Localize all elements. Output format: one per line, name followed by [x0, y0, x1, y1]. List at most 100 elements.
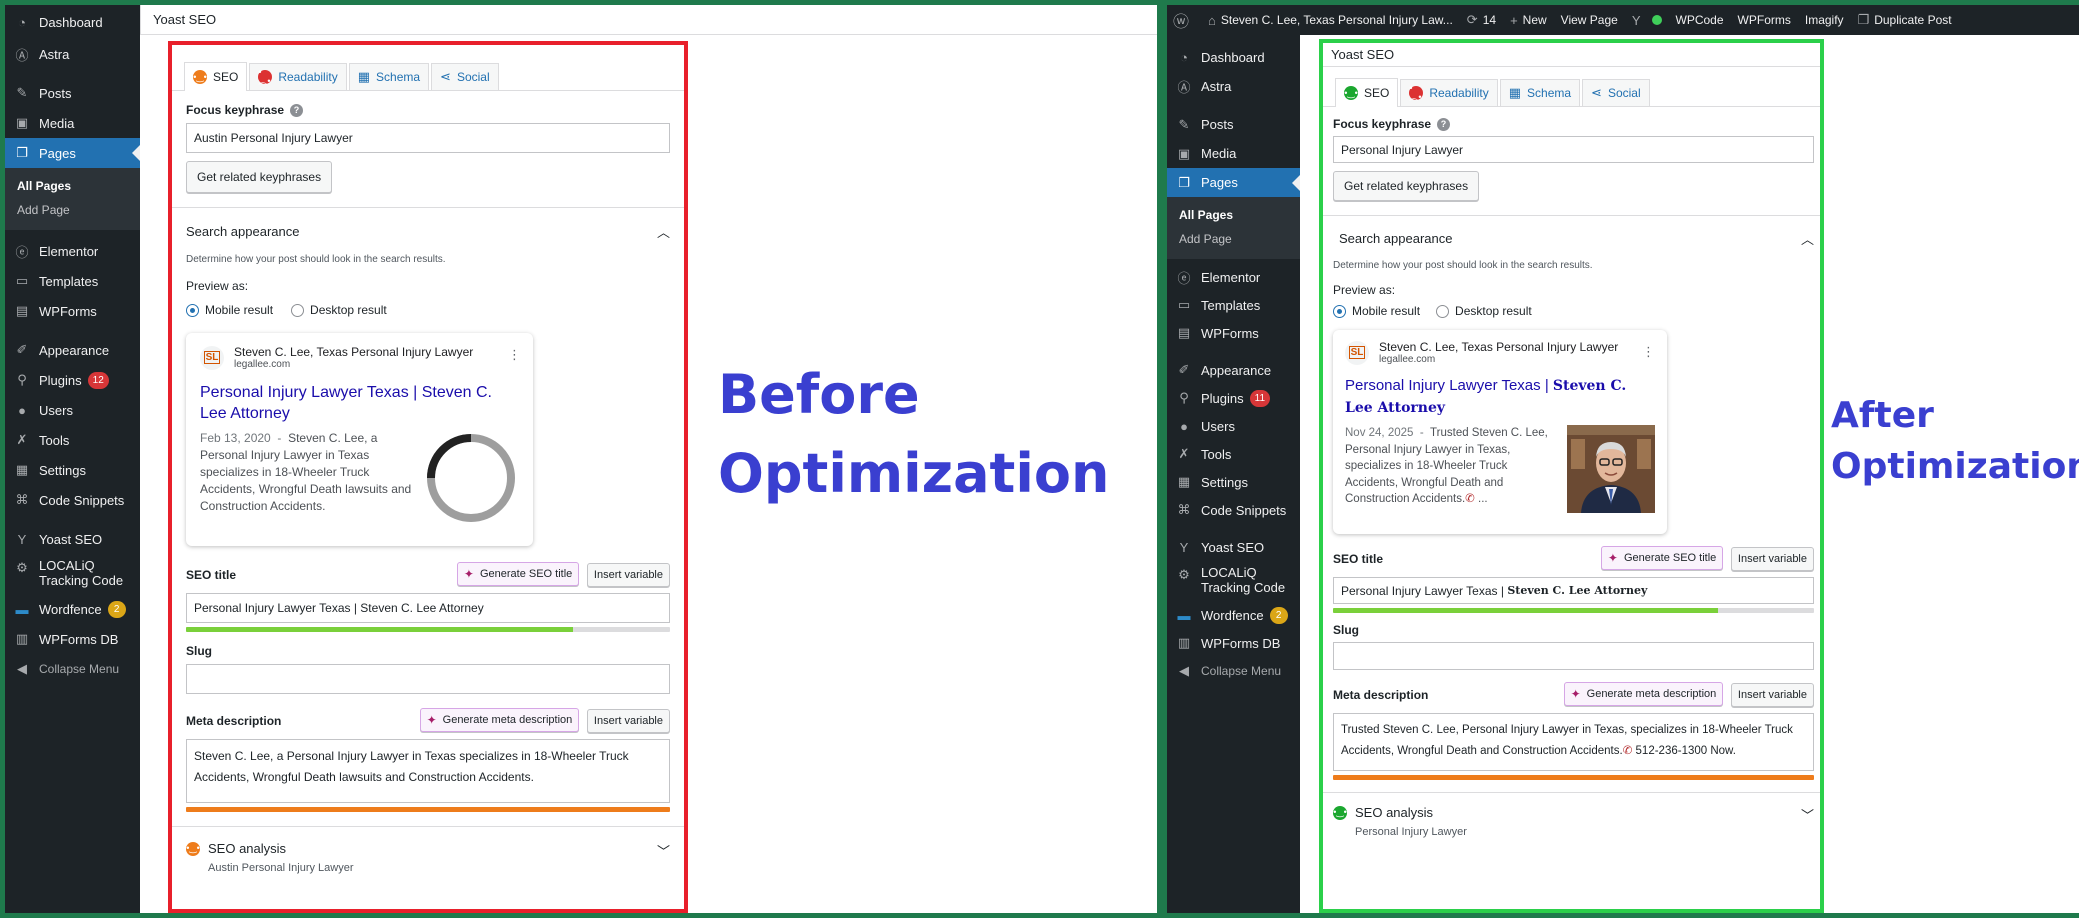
menu-yoast-seo[interactable]: Y Yoast SEO: [5, 524, 140, 554]
pages-icon: ❐: [1178, 174, 1190, 190]
seo-title-input[interactable]: Personal Injury Lawyer Texas | Steven C.…: [1333, 577, 1814, 604]
get-related-keyphrases-button[interactable]: Get related keyphrases: [186, 161, 333, 193]
help-icon[interactable]: ?: [290, 103, 304, 117]
menu-dashboard[interactable]: ◔ Dashboard: [1167, 43, 1300, 72]
search-appearance-toggle[interactable]: Search appearance ︿: [1333, 216, 1814, 260]
desktop-result-radio[interactable]: [291, 303, 305, 317]
menu-plugins[interactable]: ⚲ Plugins 11: [1167, 384, 1300, 412]
menu-settings[interactable]: ▦ Settings: [1167, 468, 1300, 496]
yoast-toolbar-button[interactable]: Y: [1632, 13, 1646, 28]
menu-astra[interactable]: Ⓐ Astra: [1167, 72, 1300, 101]
updates-link[interactable]: ⟳ 14: [1467, 12, 1496, 28]
menu-wpforms[interactable]: ▤ WPForms: [5, 296, 140, 326]
wordpress-logo-button[interactable]: ⓦ: [1173, 8, 1194, 32]
new-content-button[interactable]: + New: [1510, 13, 1547, 28]
focus-keyphrase-input[interactable]: Personal Injury Lawyer: [1333, 136, 1814, 163]
help-icon[interactable]: ?: [1437, 117, 1451, 131]
menu-templates[interactable]: ▭ Templates: [5, 266, 140, 296]
tab-schema[interactable]: ▦ Schema: [1499, 79, 1581, 106]
tab-social[interactable]: ⋖ Social: [431, 63, 499, 90]
wpforms-link[interactable]: WPForms: [1738, 13, 1791, 27]
generate-meta-description-button[interactable]: ✦ Generate meta description: [1563, 682, 1724, 706]
serp-site-url: legallee.com: [1379, 354, 1436, 365]
menu-appearance[interactable]: ✐ Appearance: [5, 335, 140, 365]
seo-title-label: SEO title: [186, 567, 237, 582]
duplicate-post-link[interactable]: ❐ Duplicate Post: [1858, 12, 1952, 28]
green-face-icon: •‿•: [1344, 86, 1358, 100]
insert-variable-button[interactable]: Insert variable: [1730, 547, 1814, 571]
submenu-add-page[interactable]: Add Page: [5, 198, 140, 222]
serp-preview: SL Steven C. Lee, Texas Personal Injury …: [186, 333, 533, 546]
menu-code-snippets[interactable]: ⌘ Code Snippets: [1167, 496, 1300, 524]
menu-posts[interactable]: ✎ Posts: [1167, 110, 1300, 139]
tab-schema[interactable]: ▦ Schema: [348, 63, 430, 90]
insert-variable-button[interactable]: Insert variable: [1730, 683, 1814, 707]
slug-input[interactable]: [1333, 642, 1814, 670]
preview-as-label: Preview as:: [186, 279, 249, 293]
meta-description-input[interactable]: Trusted Steven C. Lee, Personal Injury L…: [1333, 713, 1814, 771]
menu-wpforms-db[interactable]: ▥ WPForms DB: [1167, 629, 1300, 657]
menu-astra[interactable]: Ⓐ Astra: [5, 39, 140, 69]
menu-wpforms-db[interactable]: ▥ WPForms DB: [5, 624, 140, 654]
menu-users[interactable]: ● Users: [5, 395, 140, 425]
menu-settings[interactable]: ▦ Settings: [5, 455, 140, 485]
menu-pages[interactable]: ❐ Pages: [5, 138, 140, 168]
menu-media[interactable]: ▣ Media: [1167, 139, 1300, 168]
menu-localiq[interactable]: ⚙ LOCALiQ Tracking Code: [5, 554, 140, 594]
submenu-all-pages[interactable]: All Pages: [1167, 203, 1300, 227]
menu-appearance[interactable]: ✐ Appearance: [1167, 356, 1300, 384]
menu-wordfence[interactable]: ▬ Wordfence 2: [5, 594, 140, 624]
mobile-result-radio[interactable]: [1333, 304, 1346, 318]
seo-analysis-toggle[interactable]: •‿• SEO analysis Personal Injury Lawyer ﹀: [1333, 793, 1814, 838]
menu-plugins[interactable]: ⚲ Plugins 12: [5, 365, 140, 395]
menu-templates[interactable]: ▭ Templates: [1167, 291, 1300, 319]
menu-elementor[interactable]: ⓔ Elementor: [5, 236, 140, 266]
database-icon: ▥: [15, 631, 29, 646]
generate-seo-title-button[interactable]: ✦ Generate SEO title: [456, 562, 580, 586]
view-page-link[interactable]: View Page: [1561, 13, 1618, 27]
menu-users[interactable]: ● Users: [1167, 412, 1300, 440]
focus-keyphrase-input[interactable]: Austin Personal Injury Lawyer: [186, 123, 670, 153]
tab-seo[interactable]: •‿• SEO: [1335, 78, 1399, 107]
get-related-keyphrases-button[interactable]: Get related keyphrases: [1333, 171, 1480, 201]
menu-wordfence[interactable]: ▬ Wordfence 2: [1167, 601, 1300, 629]
tab-readability[interactable]: •︵• Readability: [1400, 79, 1498, 106]
seo-title-progress: [1333, 608, 1814, 613]
pin-icon: ✎: [1178, 116, 1190, 132]
menu-elementor[interactable]: ⓔ Elementor: [1167, 263, 1300, 291]
menu-localiq[interactable]: ⚙ LOCALiQ Tracking Code: [1167, 561, 1300, 601]
desktop-result-radio[interactable]: [1436, 304, 1450, 318]
menu-media[interactable]: ▣ Media: [5, 108, 140, 138]
submenu-all-pages[interactable]: All Pages: [5, 174, 140, 198]
meta-description-input[interactable]: Steven C. Lee, a Personal Injury Lawyer …: [186, 739, 670, 803]
generate-seo-title-button[interactable]: ✦ Generate SEO title: [1600, 546, 1724, 570]
submenu-add-page[interactable]: Add Page: [1167, 227, 1300, 251]
wpcode-link[interactable]: WPCode: [1676, 13, 1724, 27]
insert-variable-button[interactable]: Insert variable: [586, 563, 670, 587]
menu-pages[interactable]: ❐ Pages: [1167, 168, 1300, 197]
menu-code-snippets[interactable]: ⌘ Code Snippets: [5, 485, 140, 515]
tab-readability[interactable]: •︵• Readability: [249, 63, 347, 90]
menu-collapse[interactable]: ◀ Collapse Menu: [5, 654, 140, 684]
user-icon: ●: [1180, 418, 1188, 434]
tab-social[interactable]: ⋖ Social: [1582, 79, 1650, 106]
seo-title-input[interactable]: Personal Injury Lawyer Texas | Steven C.…: [186, 593, 670, 623]
menu-yoast-seo[interactable]: Y Yoast SEO: [1167, 533, 1300, 561]
serp-site-name: Steven C. Lee, Texas Personal Injury Law…: [1379, 340, 1619, 354]
generate-meta-description-button[interactable]: ✦ Generate meta description: [419, 708, 580, 732]
menu-posts[interactable]: ✎ Posts: [5, 78, 140, 108]
tab-seo[interactable]: •‿• SEO: [184, 62, 248, 91]
seo-status-dot: [1651, 15, 1662, 25]
imagify-link[interactable]: Imagify: [1805, 13, 1844, 27]
seo-analysis-toggle[interactable]: •‿• SEO analysis Austin Personal Injury L…: [186, 827, 670, 874]
mobile-result-radio[interactable]: [186, 303, 199, 317]
menu-tools[interactable]: ✗ Tools: [5, 425, 140, 455]
site-name-link[interactable]: ⌂ Steven C. Lee, Texas Personal Injury La…: [1208, 13, 1453, 28]
slug-input[interactable]: [186, 664, 670, 694]
menu-tools[interactable]: ✗ Tools: [1167, 440, 1300, 468]
menu-wpforms[interactable]: ▤ WPForms: [1167, 319, 1300, 347]
insert-variable-button[interactable]: Insert variable: [586, 709, 670, 733]
search-appearance-toggle[interactable]: Search appearance ︿: [186, 208, 670, 254]
menu-dashboard[interactable]: ◔ Dashboard: [5, 5, 140, 39]
menu-collapse[interactable]: ◀ Collapse Menu: [1167, 657, 1300, 685]
